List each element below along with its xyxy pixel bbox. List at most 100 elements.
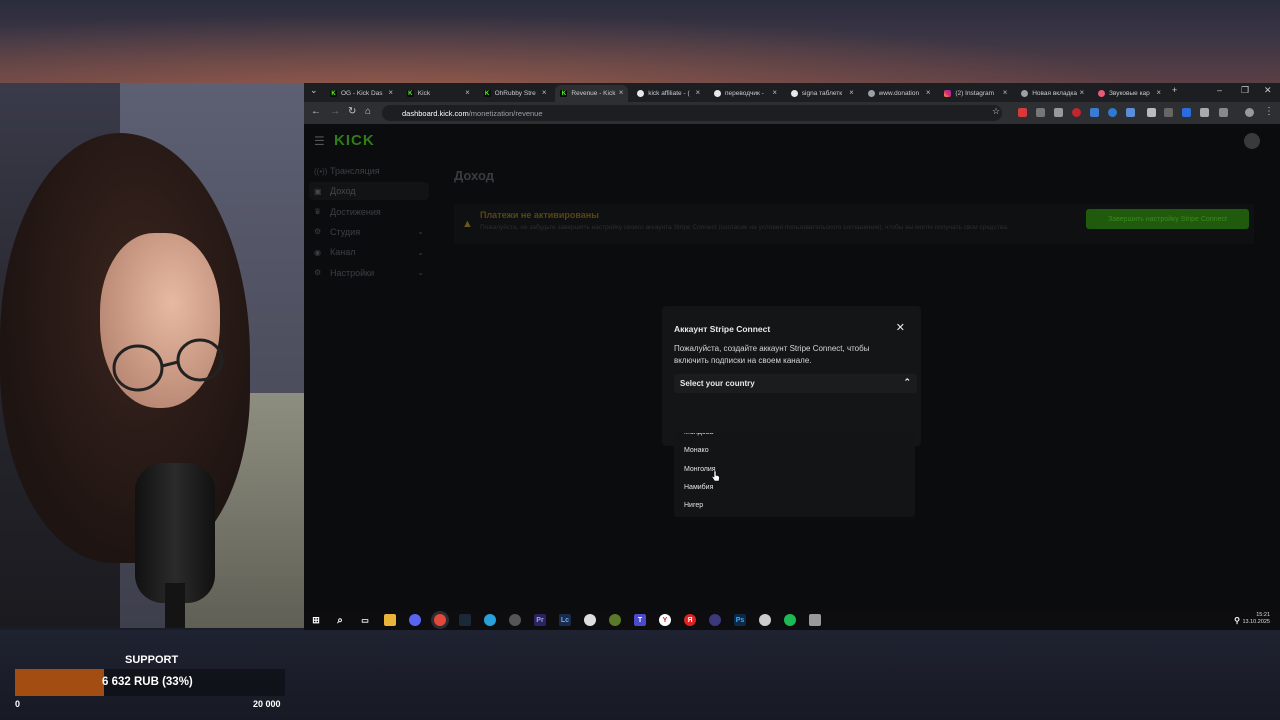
tab[interactable]: Звуковые кар × (1093, 85, 1166, 102)
yandex-browser-icon[interactable]: Y (659, 614, 671, 626)
extension-icon[interactable] (1090, 108, 1099, 117)
tab[interactable]: (2) Instagram × (939, 85, 1012, 102)
search-icon[interactable]: ⌕ (334, 614, 346, 626)
country-option[interactable]: Монголия (684, 466, 716, 473)
app-icon[interactable] (609, 614, 621, 626)
complete-stripe-setup-button[interactable]: Завершить настройку Stripe Connect (1086, 209, 1249, 229)
close-icon[interactable]: ✕ (896, 321, 905, 334)
premiere-icon[interactable]: Pr (534, 614, 546, 626)
clock[interactable]: 15:21 13.10.2025 (1242, 612, 1270, 626)
file-explorer-icon[interactable] (384, 614, 396, 626)
extension-icon[interactable] (1018, 108, 1027, 117)
tab-close-icon[interactable]: × (542, 88, 547, 97)
app-c-icon[interactable] (759, 614, 771, 626)
tab[interactable]: K Kick × (402, 85, 475, 102)
sidebar-item[interactable]: ⚙ Настройки ⌄ (314, 268, 424, 278)
tab-title: Звуковые кар (1109, 90, 1150, 97)
google-icon (790, 90, 798, 97)
tab-close-icon[interactable]: × (1003, 88, 1008, 97)
extension-icon[interactable] (1108, 108, 1117, 117)
country-option[interactable]: Монако (684, 447, 709, 454)
extension-icon[interactable] (1072, 108, 1081, 117)
url-field[interactable]: dashboard.kick.com/monetization/revenue (382, 105, 1002, 121)
sidebar-item[interactable]: ⚙ Студия ⌄ (314, 227, 424, 237)
extension-icon[interactable] (1036, 108, 1045, 117)
extension-icon[interactable] (1182, 108, 1191, 117)
country-option[interactable]: Молдова (684, 433, 713, 436)
sidebar-item[interactable]: ◉ Канал ⌄ (314, 247, 424, 257)
sidebar-item[interactable]: ♛ Достижения (314, 207, 424, 217)
network-icon[interactable]: ⚲ (1231, 614, 1243, 626)
back-icon[interactable]: ← (311, 106, 321, 117)
tab[interactable]: K OG - Kick Das × (325, 85, 398, 102)
tab[interactable]: www.donation × (863, 85, 936, 102)
tab-close-icon[interactable]: × (388, 88, 393, 97)
modal-title: Аккаунт Stripe Connect (674, 324, 771, 334)
steam-icon[interactable] (459, 614, 471, 626)
obs-icon[interactable] (509, 614, 521, 626)
puzzle-icon[interactable] (1219, 108, 1228, 117)
extension-icon[interactable] (1164, 108, 1173, 117)
maximize-icon[interactable]: ❐ (1241, 85, 1249, 96)
country-dropdown: Молдова Монако Монголия Намибия Нигер (674, 433, 915, 517)
kick-logo[interactable]: KICK (334, 132, 375, 149)
country-option[interactable]: Намибия (684, 484, 713, 491)
tab[interactable]: kick affiliate - (× (632, 85, 705, 102)
tab-close-icon[interactable]: × (1080, 88, 1085, 97)
app-icon[interactable] (709, 614, 721, 626)
extension-icon[interactable] (1147, 108, 1156, 117)
tab[interactable]: signa таблетк × (786, 85, 859, 102)
window-close-icon[interactable]: ✕ (1264, 85, 1272, 96)
address-bar: ← → ↻ ⌂ dashboard.kick.com/monetization/… (304, 102, 1280, 124)
country-select[interactable]: Select your country ⌃ (674, 374, 917, 393)
mouse-cursor-icon (712, 471, 720, 482)
tab-close-icon[interactable]: × (696, 88, 701, 97)
tab-close-icon[interactable]: × (465, 88, 470, 97)
telegram-icon[interactable] (484, 614, 496, 626)
reload-icon[interactable]: ↻ (348, 106, 356, 117)
tab[interactable]: K Revenue - Kick × (555, 85, 629, 102)
lightroom-icon[interactable]: Lc (559, 614, 571, 626)
support-progress-bar: 6 632 RUB (33%) (15, 669, 285, 696)
sidebar-item[interactable]: ((•)) Трансляция (314, 166, 424, 176)
tab-title: переводчик - (725, 90, 764, 97)
menu-dots-icon[interactable]: ⋮ (1264, 106, 1274, 117)
bookmark-star-icon[interactable]: ☆ (992, 106, 1000, 117)
app-icon[interactable] (809, 614, 821, 626)
tab[interactable]: K OhRubby Stre × (479, 85, 552, 102)
avatar[interactable] (1244, 133, 1260, 149)
minimize-icon[interactable]: – (1217, 85, 1222, 95)
new-tab-icon[interactable]: + (1172, 85, 1177, 95)
app-t-icon[interactable]: T (634, 614, 646, 626)
tab-close-icon[interactable]: × (1156, 88, 1161, 97)
tab[interactable]: переводчик - × (709, 85, 782, 102)
tab-search-icon[interactable]: ⌄ (310, 85, 318, 96)
sidebar-item[interactable]: ▣ Доход (314, 186, 424, 196)
forward-icon[interactable]: → (330, 106, 340, 117)
extension-icon[interactable] (1200, 108, 1209, 117)
chrome-icon[interactable] (434, 614, 446, 626)
tab-close-icon[interactable]: × (619, 88, 624, 97)
country-option[interactable]: Нигер (684, 502, 703, 509)
hamburger-icon[interactable]: ☰ (314, 134, 325, 148)
home-icon[interactable]: ⌂ (365, 106, 371, 117)
sidebar-item-label: Студия (330, 226, 361, 237)
extension-icon[interactable] (1126, 108, 1135, 117)
spotify-icon[interactable] (784, 614, 796, 626)
warning-title: Платежи не активированы (480, 210, 599, 220)
windows-start-icon[interactable]: ⊞ (310, 614, 322, 626)
yandex-icon[interactable]: Я (684, 614, 696, 626)
tab-close-icon[interactable]: × (849, 88, 854, 97)
discord-icon[interactable] (409, 614, 421, 626)
tab-close-icon[interactable]: × (926, 88, 931, 97)
tab-close-icon[interactable]: × (772, 88, 777, 97)
task-view-icon[interactable]: ▭ (359, 614, 371, 626)
clock-time: 15:21 (1256, 612, 1270, 618)
app-icon[interactable] (584, 614, 596, 626)
photoshop-icon[interactable]: Ps (734, 614, 746, 626)
studio-icon: ⚙ (314, 227, 322, 237)
extension-icon[interactable] (1054, 108, 1063, 117)
chevron-down-icon: ⌄ (417, 247, 424, 257)
tab[interactable]: Новая вкладка × (1016, 85, 1089, 102)
profile-icon[interactable] (1245, 108, 1254, 117)
